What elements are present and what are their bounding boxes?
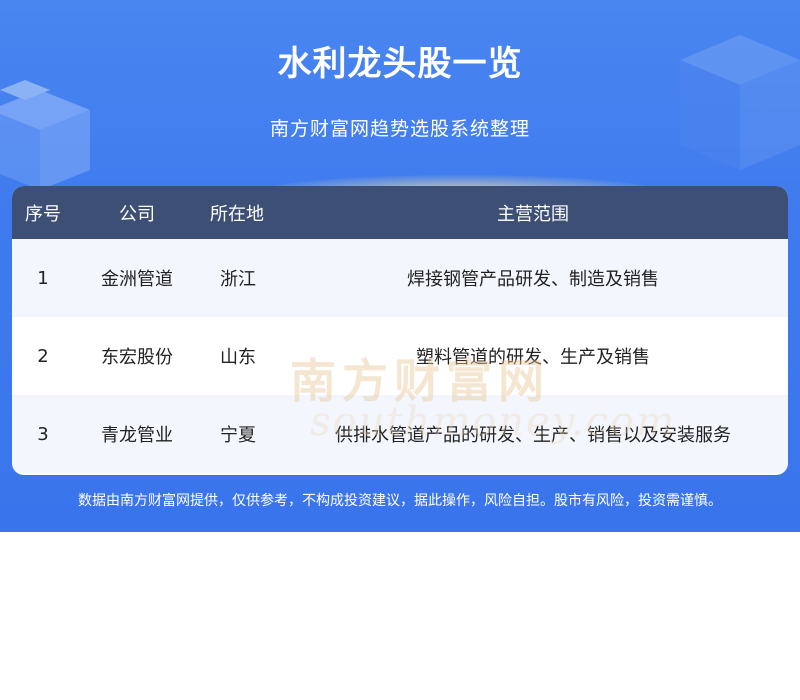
page-title: 水利龙头股一览 [277,44,523,84]
column-header-no: 序号 [25,203,61,225]
company-name: 青龙管业 [101,425,173,446]
column-header-location: 所在地 [210,203,264,225]
row-number: 1 [37,267,49,289]
header-banner: 水利龙头股一览 南方财富网趋势选股系统整理 序号 公司 所在地 主营范围 1 金… [0,0,800,532]
disclaimer-text: 数据由南方财富网提供，仅供参考，不构成投资建议，据此操作，风险自担。股市有风险，… [78,493,722,509]
company-location: 山东 [220,347,256,368]
row-number: 3 [37,423,49,445]
column-header-business: 主营范围 [497,203,569,225]
page-subtitle: 南方财富网趋势选股系统整理 [269,118,530,140]
company-name: 东宏股份 [101,347,173,368]
company-location: 宁夏 [220,425,256,446]
row-number: 2 [37,345,49,367]
company-name: 金洲管道 [101,269,173,290]
column-header-company: 公司 [119,203,155,225]
table-row: 2 东宏股份 山东 塑料管道的研发、生产及销售 [12,317,788,395]
table-header: 序号 公司 所在地 主营范围 [12,186,788,239]
business-scope: 塑料管道的研发、生产及销售 [416,347,650,368]
company-location: 浙江 [220,269,256,290]
stock-table: 序号 公司 所在地 主营范围 1 金洲管道 浙江 焊接钢管产品研发、制造及销售 … [12,186,788,475]
business-scope: 焊接钢管产品研发、制造及销售 [407,269,659,290]
table-row: 1 金洲管道 浙江 焊接钢管产品研发、制造及销售 [12,239,788,317]
table-row: 3 青龙管业 宁夏 供排水管道产品的研发、生产、销售以及安装服务 [12,395,788,473]
business-scope: 供排水管道产品的研发、生产、销售以及安装服务 [335,425,731,446]
